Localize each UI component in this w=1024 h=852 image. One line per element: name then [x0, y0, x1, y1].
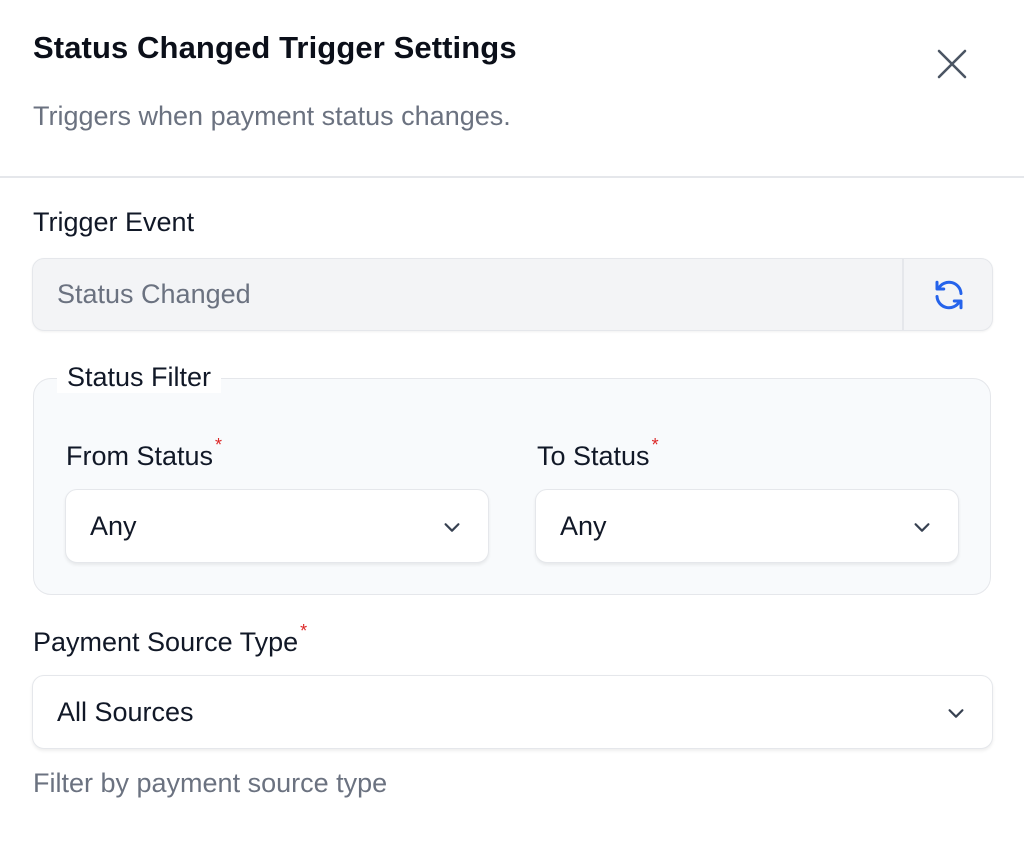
trigger-event-field: Status Changed: [32, 258, 993, 331]
chevron-down-icon: [914, 523, 930, 532]
to-status-label-text: To Status: [537, 441, 650, 471]
close-icon: [937, 49, 967, 79]
required-mark: *: [651, 435, 659, 455]
chevron-down-icon: [444, 523, 460, 532]
payment-source-label: Payment Source Type *: [33, 621, 307, 658]
from-status-label-text: From Status: [66, 441, 214, 471]
from-status-label: From Status *: [66, 435, 222, 472]
chevron-down-icon: [948, 709, 964, 718]
payment-source-select[interactable]: All Sources: [32, 675, 993, 749]
required-mark: *: [300, 621, 308, 641]
status-filter-legend: Status Filter: [57, 362, 222, 393]
trigger-event-value: Status Changed: [57, 279, 251, 309]
to-status-label: To Status *: [537, 435, 659, 472]
to-status-select[interactable]: Any: [535, 489, 959, 563]
refresh-button[interactable]: [904, 259, 992, 330]
required-mark: *: [215, 435, 223, 455]
refresh-icon: [935, 280, 963, 309]
dialog-header: Status Changed Trigger Settings Triggers…: [0, 0, 1024, 178]
close-button[interactable]: [928, 40, 976, 88]
payment-source-helper: Filter by payment source type: [33, 768, 388, 798]
to-status-value: Any: [560, 511, 607, 541]
payment-source-label-text: Payment Source Type: [33, 627, 299, 657]
trigger-event-label: Trigger Event: [33, 207, 195, 237]
dialog-title: Status Changed Trigger Settings: [33, 30, 517, 65]
dialog-subtitle: Triggers when payment status changes.: [33, 101, 511, 131]
from-status-select[interactable]: Any: [65, 489, 489, 563]
payment-source-value: All Sources: [57, 697, 194, 727]
from-status-value: Any: [90, 511, 137, 541]
